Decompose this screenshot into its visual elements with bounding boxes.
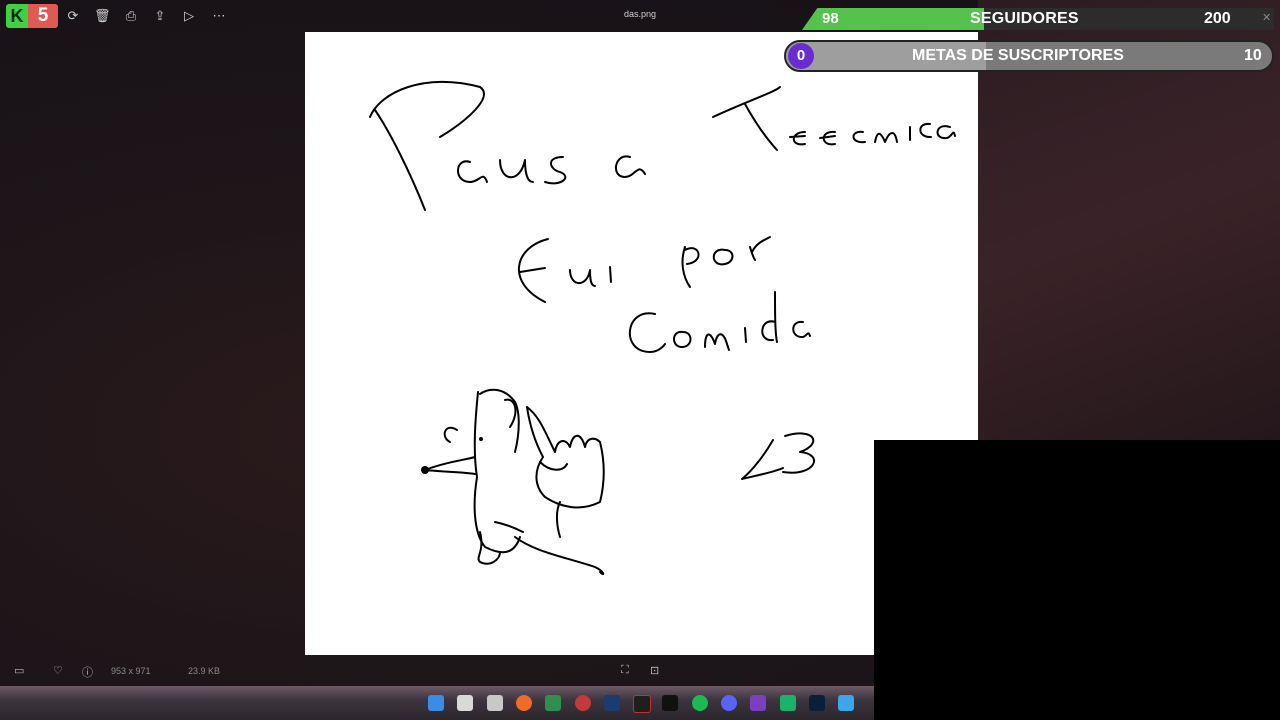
photoshop-icon[interactable] [809, 695, 825, 711]
taskbar [0, 686, 874, 720]
followers-goal-bar: 98 SEGUIDORES 200 ✕ [788, 8, 1274, 30]
spotify-icon[interactable] [692, 695, 708, 711]
steam-icon[interactable] [604, 695, 620, 711]
app-logo: K 5 [6, 4, 58, 28]
chat-icon[interactable] [780, 695, 796, 711]
subscriber-goal-bar: 0 METAS DE SUSCRIPTORES 10 [784, 40, 1274, 72]
explorer-icon[interactable] [487, 695, 503, 711]
calendar-icon[interactable] [457, 695, 473, 711]
slideshow-icon[interactable]: ▷ [181, 8, 197, 24]
photos-icon[interactable] [838, 695, 854, 711]
discord-icon[interactable] [721, 695, 737, 711]
start-icon[interactable] [428, 695, 444, 711]
browser-icon[interactable] [516, 695, 532, 711]
rotate-icon[interactable]: ⟳ [65, 8, 81, 24]
logo-number: 5 [28, 4, 58, 28]
camera-overlay-area [874, 440, 1280, 720]
logo-letter: K [6, 4, 28, 28]
close-icon: ✕ [1262, 12, 1272, 24]
favorite-icon[interactable]: ♡ [53, 664, 63, 677]
image-dimensions: 953 x 971 [111, 666, 151, 676]
info-icon[interactable]: ⓘ [82, 664, 93, 680]
share-icon[interactable]: ⇪ [152, 8, 168, 24]
video-editor-icon[interactable] [633, 695, 651, 713]
fit-screen-icon[interactable]: ⛶ [621, 664, 629, 677]
subs-label: METAS DE SUSCRIPTORES [912, 47, 1124, 64]
print-icon[interactable]: ⎙ [123, 8, 139, 24]
subs-goal: 10 [1244, 47, 1262, 64]
followers-goal: 200 [1204, 10, 1231, 27]
window-title: das.png [623, 9, 657, 19]
filmstrip-icon[interactable]: ▭ [14, 664, 24, 677]
subs-count: 0 [788, 43, 814, 69]
followers-count: 98 [822, 10, 839, 27]
file-size: 23.9 KB [188, 666, 221, 676]
app-icon[interactable] [545, 695, 561, 711]
letter-p-stem [374, 109, 426, 211]
delete-icon[interactable]: 🗑 [94, 8, 111, 24]
actual-size-icon[interactable]: ⊡ [650, 664, 659, 677]
streaming-icon[interactable] [750, 695, 766, 711]
followers-label: SEGUIDORES [970, 10, 1079, 27]
more-icon[interactable]: ⋯ [211, 8, 227, 24]
status-bar: ▭ ♡ ⓘ 953 x 971 23.9 KB ⛶ ⊡ [0, 660, 874, 682]
app-icon-2[interactable] [575, 695, 591, 711]
tiktok-icon[interactable] [662, 695, 678, 711]
